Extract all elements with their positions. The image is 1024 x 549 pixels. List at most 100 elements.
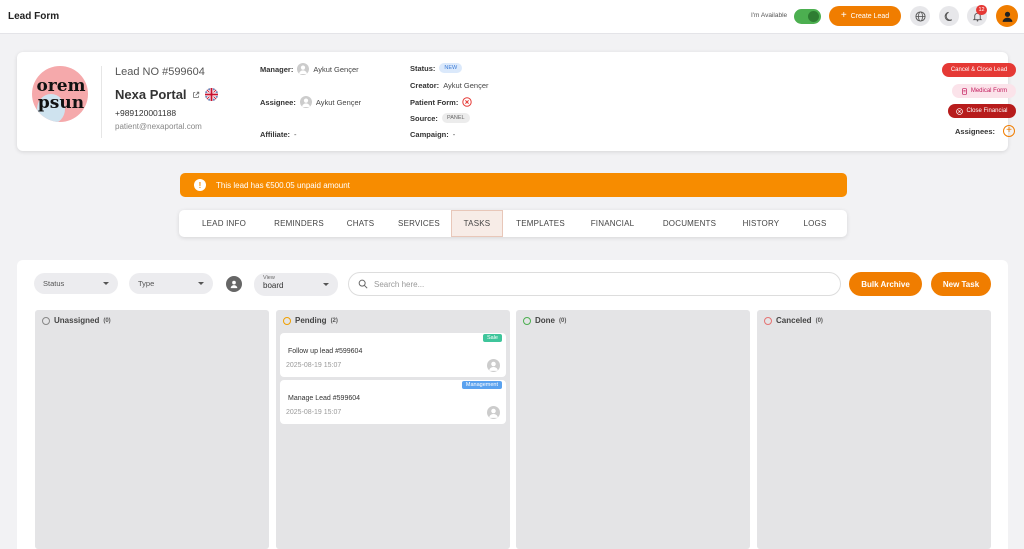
view-select[interactable]: View board [254, 273, 338, 296]
medical-form-label: Medical Form [970, 88, 1008, 94]
cancel-close-lead-button[interactable]: Cancel & Close Lead [942, 63, 1016, 77]
status-filter[interactable]: Status [34, 273, 118, 294]
tab-reminders[interactable]: REMINDERS [264, 210, 334, 237]
tab-lead-info[interactable]: LEAD INFO [184, 210, 264, 237]
column-header: Canceled (0) [764, 316, 823, 325]
exclamation-icon: ! [194, 179, 206, 191]
moon-icon [944, 11, 952, 21]
column-canceled: Canceled (0) [757, 310, 991, 549]
creator-label: Creator: [410, 81, 440, 90]
type-filter[interactable]: Type [129, 273, 213, 294]
source-label: Source: [410, 113, 438, 123]
assignees-label: Assignees: [955, 127, 996, 136]
source-badge: PANEL [441, 113, 470, 123]
x-circle-icon [956, 107, 964, 115]
task-title: Follow up lead #599604 [288, 348, 363, 355]
close-financial-label: Close Financial [966, 108, 1008, 114]
task-card[interactable]: Sale Follow up lead #599604 2025-08-19 1… [280, 333, 506, 377]
lead-tabs: LEAD INFO REMINDERS CHATS SERVICES TASKS… [179, 210, 847, 237]
lead-number: Lead NO #599604 [115, 66, 205, 78]
divider [101, 66, 102, 138]
assignee-avatar [299, 96, 312, 108]
campaign-value: - [452, 130, 456, 139]
task-date: 2025-08-19 15:07 [286, 409, 342, 416]
column-count: (0) [559, 317, 567, 324]
task-assignee-avatar [487, 406, 500, 419]
plus-icon: + [840, 10, 847, 21]
lead-avatar: orem psun [32, 66, 88, 122]
globe-icon [914, 10, 926, 22]
avatar-text-line-2: psun [37, 93, 85, 113]
lead-name: Nexa Portal [115, 87, 218, 102]
tab-services[interactable]: SERVICES [387, 210, 451, 237]
new-task-button[interactable]: New Task [931, 272, 991, 296]
tab-history[interactable]: HISTORY [732, 210, 790, 237]
tab-financial[interactable]: FINANCIAL [578, 210, 647, 237]
user-icon [1002, 11, 1012, 22]
manager-label: Manager: [260, 64, 294, 74]
status-dot [283, 316, 291, 325]
availability-toggle[interactable] [794, 9, 821, 24]
manager-field: Manager: Aykut Gençer [260, 63, 359, 75]
column-count: (0) [815, 317, 823, 324]
patient-form-field: Patient Form: [410, 97, 473, 107]
add-assignee-icon[interactable]: + [1003, 125, 1015, 137]
column-title: Unassigned [54, 316, 100, 325]
tab-chats[interactable]: CHATS [334, 210, 387, 237]
document-icon [961, 87, 967, 95]
tab-logs[interactable]: LOGS [790, 210, 840, 237]
tab-templates[interactable]: TEMPLATES [503, 210, 578, 237]
column-header: Unassigned (0) [42, 316, 111, 325]
bulk-archive-button[interactable]: Bulk Archive [849, 272, 922, 296]
person-filter-icon[interactable] [226, 276, 242, 292]
close-financial-button[interactable]: Close Financial [948, 104, 1016, 118]
search-input[interactable] [374, 279, 814, 289]
user-menu-button[interactable] [996, 5, 1018, 27]
column-count: (0) [103, 317, 111, 324]
medical-form-button[interactable]: Medical Form [952, 84, 1016, 98]
affiliate-value: - [294, 130, 297, 139]
lead-phone: +989120001188 [115, 108, 177, 118]
column-header: Pending (2) [283, 316, 338, 325]
column-pending: Pending (2) Sale Follow up lead #599604 … [276, 310, 510, 549]
creator-field: Creator: Aykut Gençer [410, 81, 489, 90]
view-select-value: board [263, 281, 284, 290]
column-unassigned: Unassigned (0) [35, 310, 269, 549]
status-dot [764, 316, 772, 325]
tab-tasks[interactable]: TASKS [451, 210, 503, 237]
status-dot [523, 316, 531, 325]
toggle-knob [808, 11, 819, 22]
unpaid-alert: ! This lead has €500.05 unpaid amount [180, 173, 847, 197]
patient-form-label: Patient Form: [410, 97, 459, 107]
top-bar: Lead Form I'm Available + Create Lead 12 [0, 0, 1024, 34]
source-field: Source: PANEL [410, 113, 470, 123]
language-button[interactable] [910, 6, 930, 26]
lead-summary-card: orem psun Lead NO #599604 Nexa Portal +9… [17, 52, 1016, 151]
lead-email: patient@nexaportal.com [115, 122, 202, 131]
assignee-field: Assignee: Aykut Gençer [260, 96, 361, 108]
creator-name: Aykut Gençer [443, 81, 489, 90]
task-tag: Sale [482, 334, 502, 342]
manager-name: Aykut Gençer [313, 64, 359, 74]
campaign-field: Campaign: - [410, 130, 455, 139]
assignee-label: Assignee: [260, 97, 296, 107]
column-header: Done (0) [523, 316, 566, 325]
status-label: Status: [410, 63, 436, 73]
search-icon [358, 279, 368, 289]
x-circle-icon [462, 97, 473, 107]
chevron-down-icon [103, 282, 109, 285]
task-card[interactable]: Management Manage Lead #599604 2025-08-1… [280, 380, 506, 424]
column-title: Pending [295, 316, 327, 325]
create-lead-button[interactable]: + Create Lead [829, 6, 901, 26]
task-title: Manage Lead #599604 [288, 395, 361, 402]
create-lead-label: Create Lead [850, 12, 890, 20]
dark-mode-button[interactable] [939, 6, 959, 26]
column-title: Done [535, 316, 555, 325]
task-date: 2025-08-19 15:07 [286, 362, 342, 369]
alert-text: This lead has €500.05 unpaid amount [216, 180, 350, 190]
status-dot [42, 316, 50, 325]
tab-documents[interactable]: DOCUMENTS [647, 210, 732, 237]
column-done: Done (0) [516, 310, 750, 549]
external-link-icon[interactable] [192, 91, 200, 99]
manager-avatar [297, 63, 310, 75]
